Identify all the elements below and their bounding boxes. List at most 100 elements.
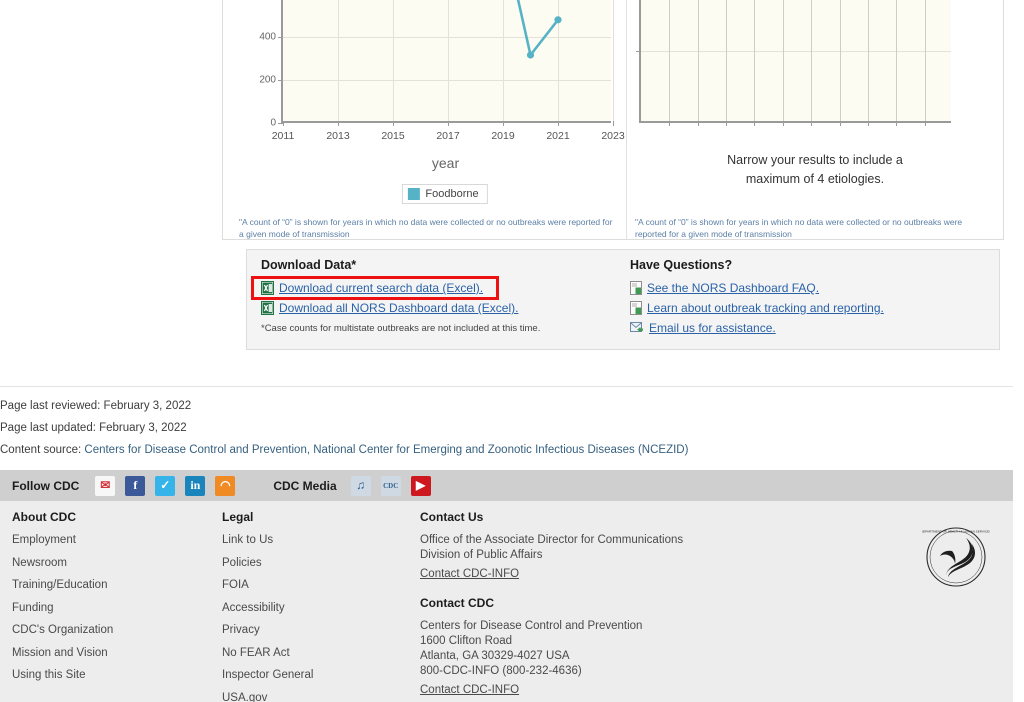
x-tick-label: 2019	[491, 130, 515, 142]
footer-links-about: Employment Newsroom Training/Education Fund…	[12, 534, 212, 681]
legend-swatch-foodborne	[407, 188, 420, 200]
contact-us-line-1: Office of the Associate Director for Com…	[420, 534, 684, 546]
footer-link-mission-and-vision[interactable]: Mission and Vision	[12, 647, 212, 659]
page-last-reviewed: Page last reviewed: February 3, 2022	[0, 400, 192, 412]
footer-link-cdc-s-organization[interactable]: CDC's Organization	[12, 624, 212, 636]
x-tick-label: 2017	[436, 130, 460, 142]
footer-heading-contact-cdc: Contact CDC	[420, 596, 494, 610]
linkedin-icon[interactable]: in	[185, 475, 206, 496]
data-point[interactable]	[554, 16, 562, 24]
contact-cdc-info-link-1[interactable]: Contact CDC-INFO	[420, 568, 519, 580]
svg-text:DEPARTMENT OF HEALTH & HUMAN S: DEPARTMENT OF HEALTH & HUMAN SERVICES	[922, 530, 990, 534]
plot-area-right	[636, 0, 951, 126]
footer-column-contact: Contact Us Office of the Associate Direc…	[420, 510, 840, 698]
have-questions-section: Have Questions? See the NORS Dashboard F…	[630, 258, 990, 341]
content-divider	[0, 386, 1013, 387]
x-tick-mark	[669, 121, 670, 126]
content-source-link-1[interactable]: Centers for Disease Control and Preventi…	[84, 444, 310, 456]
footer-link-inspector-general[interactable]: Inspector General	[222, 669, 412, 681]
gridline-vertical	[925, 0, 926, 121]
download-current-search-link[interactable]: Download current search data (Excel).	[279, 281, 483, 295]
plot-area-left: 0200400600800100020112013201520172019202…	[259, 0, 625, 142]
footer-link-funding[interactable]: Funding	[12, 602, 212, 614]
y-tick-label: 400	[259, 31, 276, 43]
content-source-link-2[interactable]: National Center for Emerging and Zoonoti…	[313, 444, 688, 456]
footer-link-newsroom[interactable]: Newsroom	[12, 557, 212, 569]
have-questions-heading: Have Questions?	[630, 258, 733, 272]
chart-foodborne: number 020040060080010002011201320152017…	[223, 0, 627, 239]
footer-link-policies[interactable]: Policies	[222, 557, 412, 569]
gridline-vertical	[613, 0, 614, 121]
email-assistance-row[interactable]: Email us for assistance.	[630, 321, 990, 335]
email-icon[interactable]: ✉	[95, 475, 116, 496]
excel-icon	[261, 301, 274, 315]
outbreak-tracking-link[interactable]: Learn about outbreak tracking and report…	[647, 301, 884, 315]
contact-cdc-line-3: Atlanta, GA 30329-4027 USA	[420, 650, 570, 662]
footer-heading-contact-us: Contact Us	[420, 510, 484, 524]
page-meta: Page last reviewed: February 3, 2022 Pag…	[0, 400, 688, 466]
follow-cdc-label: Follow CDC	[12, 478, 80, 493]
twitter-icon[interactable]: ✓	[155, 475, 176, 496]
podcast-icon[interactable]: ♫	[350, 475, 371, 496]
x-tick-mark	[613, 121, 614, 126]
download-data-heading: Download Data*	[261, 258, 357, 272]
x-tick-mark	[811, 121, 812, 126]
youtube-icon[interactable]: ▶	[410, 475, 431, 496]
footer-link-foia[interactable]: FOIA	[222, 579, 412, 591]
outbreak-tracking-row[interactable]: Learn about outbreak tracking and report…	[630, 301, 990, 315]
gridline-vertical	[726, 0, 727, 121]
x-tick-label: 2011	[271, 130, 295, 142]
x-tick-mark	[896, 121, 897, 126]
footer-column-about: About CDC Employment Newsroom Training/Edu…	[12, 510, 212, 692]
social-bar: Follow CDC ✉ f ✓ in ◠ CDC Media ♫ CDC ▶	[0, 470, 1013, 501]
footer-link-accessibility[interactable]: Accessibility	[222, 602, 412, 614]
footer-link-usa-gov[interactable]: USA.gov	[222, 692, 412, 702]
gridline-vertical	[811, 0, 812, 121]
contact-cdc-info-link-2[interactable]: Contact CDC-INFO	[420, 684, 519, 696]
footer-link-privacy[interactable]: Privacy	[222, 624, 412, 636]
footer-heading-about: About CDC	[12, 510, 76, 524]
email-assistance-link[interactable]: Email us for assistance.	[649, 321, 776, 335]
x-tick-mark	[698, 121, 699, 126]
download-current-search-row[interactable]: Download current search data (Excel).	[251, 276, 661, 300]
footer-links-legal: Link to Us Policies FOIA Accessibility Priva…	[222, 534, 412, 702]
x-tick-label: 2021	[546, 130, 570, 142]
page-last-updated: Page last updated: February 3, 2022	[0, 422, 187, 434]
faq-link[interactable]: See the NORS Dashboard FAQ.	[647, 281, 819, 295]
excel-icon	[261, 281, 274, 295]
x-tick-mark	[754, 121, 755, 126]
footer-link-training-education[interactable]: Training/Education	[12, 579, 212, 591]
cdc-tv-icon[interactable]: CDC	[380, 475, 401, 496]
chart-etiologies: Narrow your results to include a maximum…	[627, 0, 1003, 239]
facebook-icon[interactable]: f	[125, 475, 146, 496]
gridline-vertical	[868, 0, 869, 121]
follow-icons-group: ✉ f ✓ in ◠	[95, 475, 245, 496]
x-tick-mark	[840, 121, 841, 126]
gridline-horizontal	[641, 51, 951, 52]
gridline-vertical	[698, 0, 699, 121]
gridline-vertical	[669, 0, 670, 121]
download-panel: Download Data* Download current search d…	[246, 249, 1000, 350]
x-axis-title: year	[431, 155, 460, 171]
footer-link-employment[interactable]: Employment	[12, 534, 212, 546]
footer-link-using-this-site[interactable]: Using this Site	[12, 669, 212, 681]
x-tick-label: 2013	[326, 130, 350, 142]
download-note: *Case counts for multistate outbreaks ar…	[261, 323, 541, 334]
faq-row[interactable]: See the NORS Dashboard FAQ.	[630, 281, 990, 295]
gridline-vertical	[896, 0, 897, 121]
gridline-vertical	[783, 0, 784, 121]
data-point[interactable]	[526, 51, 535, 59]
y-tick-mark	[636, 51, 641, 52]
document-icon	[630, 281, 642, 295]
series-overlay	[516, 0, 562, 59]
content-source: Content source: Centers for Disease Cont…	[0, 444, 688, 456]
site-footer: About CDC Employment Newsroom Training/Edu…	[0, 501, 1013, 702]
download-all-nors-link[interactable]: Download all NORS Dashboard data (Excel)…	[279, 301, 518, 315]
email-icon	[630, 322, 643, 333]
x-tick-label: 2015	[381, 130, 405, 142]
download-all-nors-row[interactable]: Download all NORS Dashboard data (Excel)…	[261, 301, 661, 315]
footer-link-no-fear-act[interactable]: No FEAR Act	[222, 647, 412, 659]
narrow-line-2: maximum of 4 etiologies.	[745, 172, 885, 187]
footer-link-link-to-us[interactable]: Link to Us	[222, 534, 412, 546]
rss-icon[interactable]: ◠	[215, 475, 236, 496]
